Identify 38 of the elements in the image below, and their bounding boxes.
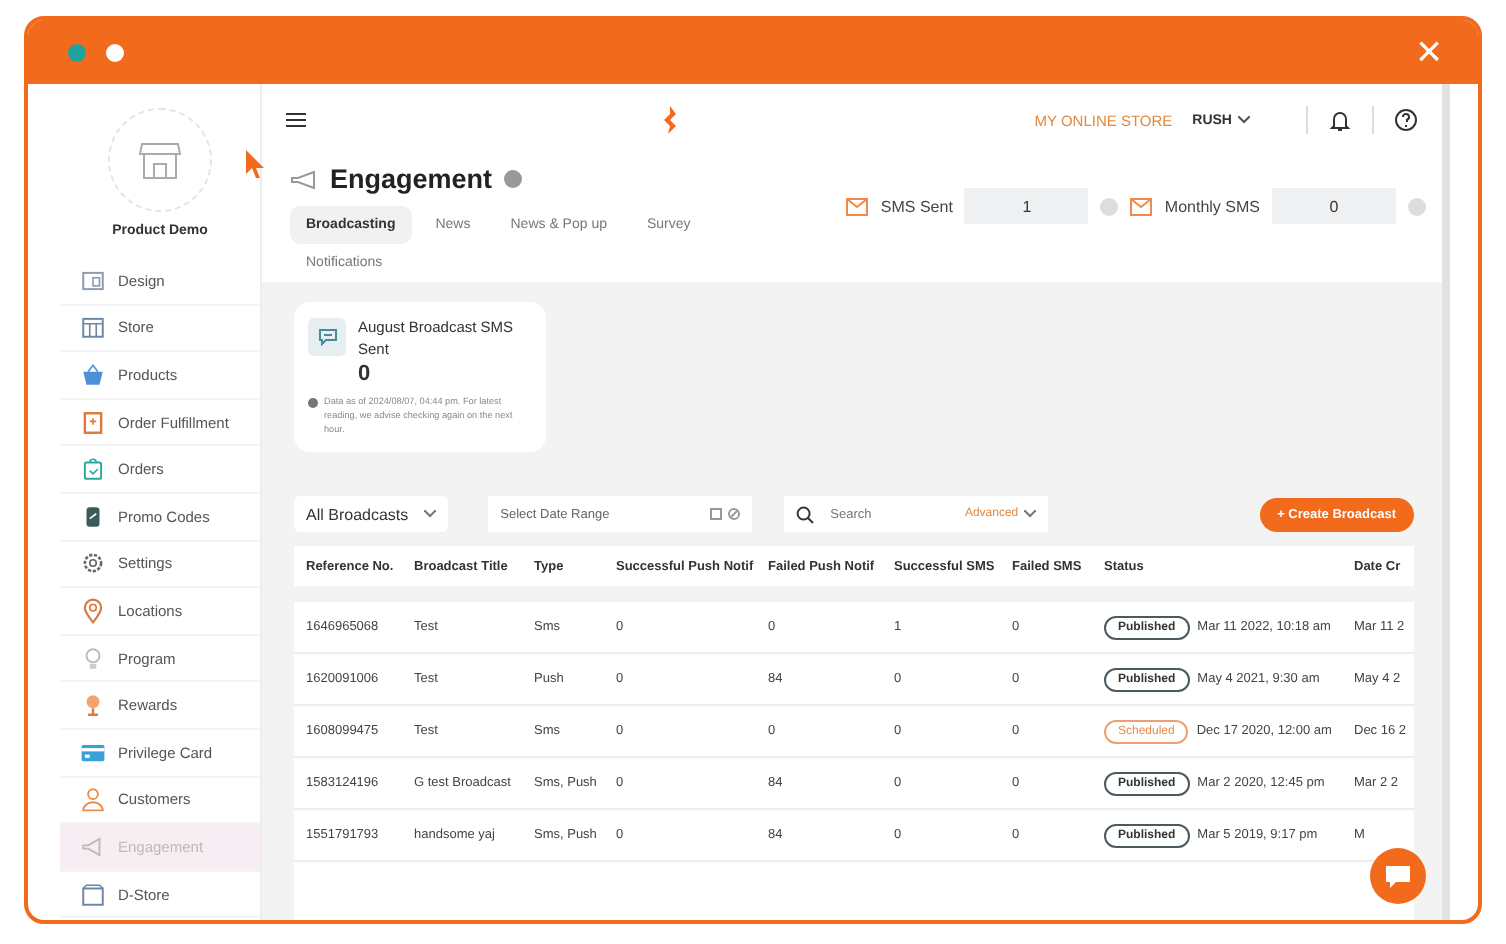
menu-item-icon (80, 314, 106, 341)
menu-item-icon (80, 503, 106, 530)
menu-item-icon (80, 550, 106, 577)
menu-item-icon (80, 833, 106, 860)
page-title: Engagement (330, 164, 493, 194)
chevron-down-icon (424, 510, 437, 519)
message-icon (308, 318, 346, 356)
mail-icon (1130, 197, 1153, 215)
storefront-icon (138, 140, 182, 180)
menu-item-icon (80, 456, 106, 483)
menu-item-icon (80, 409, 106, 436)
cursor-icon (246, 150, 266, 178)
counter-value: 1 (964, 188, 1089, 224)
broadcast-filter-dropdown[interactable]: All Broadcasts (294, 496, 449, 533)
counter-label: SMS Sent (880, 197, 953, 215)
chevron-down-icon (1238, 116, 1250, 124)
card-value: 0 (358, 361, 373, 386)
clear-icon[interactable] (728, 508, 741, 521)
megaphone-icon (290, 169, 318, 189)
search-icon (796, 505, 815, 524)
menu-item-icon (80, 881, 106, 908)
window-dot (106, 43, 124, 61)
counter-label: Monthly SMS (1164, 197, 1260, 215)
menu-item-icon (80, 739, 106, 766)
flame-logo-icon (660, 106, 681, 134)
counter-value: 0 (1272, 188, 1396, 224)
bell-icon[interactable] (1328, 108, 1352, 132)
mail-icon (846, 197, 869, 215)
calendar-icon[interactable] (710, 508, 723, 521)
menu-icon[interactable] (286, 112, 306, 128)
menu-item-icon (80, 786, 106, 813)
menu-item-icon (80, 361, 106, 388)
menu-item-icon (80, 597, 106, 624)
chat-bubble-icon (1384, 863, 1412, 889)
menu-item-icon (80, 645, 106, 672)
menu-item-icon (80, 267, 106, 294)
chevron-down-icon (1024, 510, 1037, 519)
window-dot (68, 43, 86, 61)
